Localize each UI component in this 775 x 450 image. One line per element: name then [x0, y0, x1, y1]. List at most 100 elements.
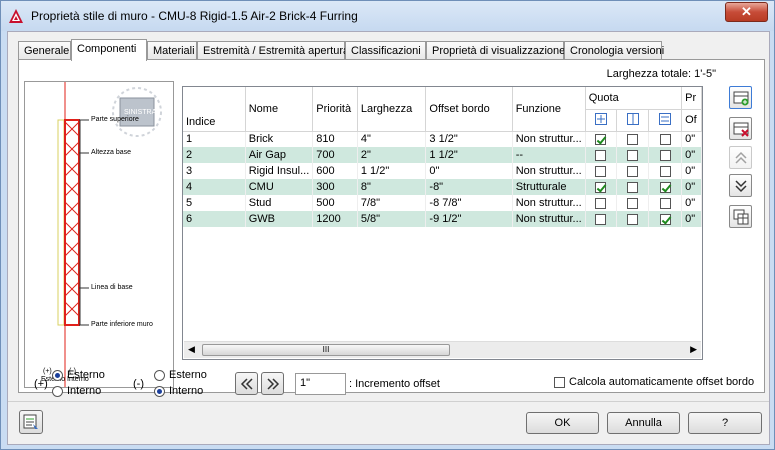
cell-priorita[interactable]: 1200	[312, 211, 358, 227]
minus-esterno-radio[interactable]: Esterno	[154, 369, 207, 381]
auto-offset-checkbox-wrap[interactable]: Calcola automaticamente offset bordo	[554, 376, 754, 388]
cell-offset[interactable]: -8"	[425, 179, 513, 195]
quota-outer-checkbox[interactable]	[595, 133, 607, 145]
header-quota[interactable]: Quota	[585, 87, 683, 110]
tab-estremita[interactable]: Estremità / Estremità apertura	[197, 41, 349, 60]
cell-offset[interactable]: -8 7/8"	[425, 195, 513, 211]
header-nome[interactable]: Nome	[245, 87, 314, 132]
cell-larghezza[interactable]: 7/8"	[357, 195, 427, 211]
scroll-left-icon[interactable]: ◀	[188, 344, 195, 355]
cell-nome[interactable]: GWB	[245, 211, 314, 227]
cell-offset[interactable]: 1 1/2"	[425, 147, 513, 163]
copy-component-button[interactable]	[729, 205, 752, 228]
cell-nome[interactable]: Stud	[245, 195, 314, 211]
cell-nome[interactable]: Air Gap	[245, 147, 314, 163]
delete-component-button[interactable]	[729, 117, 752, 140]
title-bar[interactable]: Proprietà stile di muro - CMU-8 Rigid-1.…	[1, 1, 774, 31]
plus-interno-radio[interactable]: Interno	[52, 385, 101, 397]
cell-nome[interactable]: Brick	[245, 131, 314, 147]
offset-increase-button[interactable]	[261, 372, 284, 395]
cell-larghezza[interactable]: 1 1/2"	[357, 163, 427, 179]
table-row[interactable]: 3 Rigid Insul... 600 1 1/2" 0" Non strut…	[183, 163, 702, 179]
scroll-thumb[interactable]: III	[202, 344, 450, 356]
cell-pr[interactable]: 0"	[681, 179, 702, 195]
table-row[interactable]: 1 Brick 810 4" 3 1/2" Non struttur... 0"	[183, 131, 702, 147]
cell-larghezza[interactable]: 4"	[357, 131, 427, 147]
tab-proprieta-visualizzazione[interactable]: Proprietà di visualizzazione	[426, 41, 565, 60]
offset-decrease-button[interactable]	[235, 372, 258, 395]
tab-componenti[interactable]: Componenti	[71, 39, 147, 61]
cell-funzione[interactable]: Non struttur...	[512, 211, 586, 227]
quota-center-checkbox[interactable]	[627, 149, 639, 161]
table-row[interactable]: 5 Stud 500 7/8" -8 7/8" Non struttur... …	[183, 195, 702, 211]
header-indice[interactable]: Indice	[183, 87, 246, 132]
quota-center-checkbox[interactable]	[627, 213, 639, 225]
add-component-button[interactable]	[729, 86, 752, 109]
horizontal-scrollbar[interactable]: ◀ III ▶	[184, 341, 701, 358]
move-down-button[interactable]	[729, 174, 752, 197]
cell-offset[interactable]: 3 1/2"	[425, 131, 513, 147]
quota-center-checkbox[interactable]	[627, 165, 639, 177]
radio-indicator[interactable]	[154, 369, 165, 381]
quota-outer-checkbox[interactable]	[595, 149, 607, 161]
cell-pr[interactable]: 0"	[681, 195, 702, 211]
scroll-right-icon[interactable]: ▶	[690, 344, 697, 355]
header-offset-bordo[interactable]: Offset bordo	[425, 87, 513, 132]
table-row[interactable]: 4 CMU 300 8" -8" Strutturale 0"	[183, 179, 702, 195]
plus-esterno-radio[interactable]: Esterno	[52, 369, 105, 381]
quota-center-checkbox[interactable]	[627, 197, 639, 209]
cell-nome[interactable]: Rigid Insul...	[245, 163, 314, 179]
cancel-button[interactable]: Annulla	[607, 412, 680, 434]
quota-inner-checkbox[interactable]	[659, 165, 671, 177]
radio-indicator[interactable]	[52, 385, 63, 397]
cell-larghezza[interactable]: 2"	[357, 147, 427, 163]
cell-funzione[interactable]: Non struttur...	[512, 195, 586, 211]
cell-priorita[interactable]: 810	[312, 131, 358, 147]
cell-pr[interactable]: 0"	[681, 211, 702, 227]
header-funzione[interactable]: Funzione	[512, 87, 586, 132]
header-quota-inner[interactable]	[648, 109, 683, 132]
cell-nome[interactable]: CMU	[245, 179, 314, 195]
table-row[interactable]: 6 GWB 1200 5/8" -9 1/2" Non struttur... …	[183, 211, 702, 227]
style-browser-button[interactable]	[19, 410, 43, 434]
ok-button[interactable]: OK	[526, 412, 599, 434]
header-priorita[interactable]: Priorità	[312, 87, 358, 132]
cell-offset[interactable]: -9 1/2"	[425, 211, 513, 227]
cell-larghezza[interactable]: 8"	[357, 179, 427, 195]
tab-generale[interactable]: Generale	[18, 41, 71, 60]
cell-funzione[interactable]: --	[512, 147, 586, 163]
header-of[interactable]: Of	[681, 109, 702, 132]
cell-priorita[interactable]: 300	[312, 179, 358, 195]
cell-pr[interactable]: 0"	[681, 163, 702, 179]
auto-offset-checkbox[interactable]	[554, 376, 565, 388]
quota-inner-checkbox[interactable]	[659, 149, 671, 161]
header-pr[interactable]: Pr	[681, 87, 702, 110]
cell-offset[interactable]: 0"	[425, 163, 513, 179]
minus-interno-radio[interactable]: Interno	[154, 385, 203, 397]
cell-pr[interactable]: 0"	[681, 131, 702, 147]
radio-indicator[interactable]	[154, 385, 165, 397]
cell-larghezza[interactable]: 5/8"	[357, 211, 427, 227]
quota-center-checkbox[interactable]	[627, 181, 639, 193]
cell-pr[interactable]: 0"	[681, 147, 702, 163]
cell-funzione[interactable]: Non struttur...	[512, 131, 586, 147]
cell-priorita[interactable]: 500	[312, 195, 358, 211]
tab-materiali[interactable]: Materiali	[147, 41, 197, 60]
cell-priorita[interactable]: 600	[312, 163, 358, 179]
quota-center-checkbox[interactable]	[627, 133, 639, 145]
cell-funzione[interactable]: Strutturale	[512, 179, 586, 195]
quota-inner-checkbox[interactable]	[659, 181, 671, 193]
table-row[interactable]: 2 Air Gap 700 2" 1 1/2" -- 0"	[183, 147, 702, 163]
close-button[interactable]: ✕	[725, 2, 768, 22]
move-up-button[interactable]	[729, 146, 752, 169]
quota-outer-checkbox[interactable]	[595, 197, 607, 209]
offset-increment-input[interactable]: 1"	[295, 373, 346, 395]
radio-indicator[interactable]	[52, 369, 63, 381]
header-quota-center[interactable]	[616, 109, 650, 132]
header-quota-outer[interactable]	[585, 109, 617, 132]
quota-inner-checkbox[interactable]	[659, 213, 671, 225]
quota-inner-checkbox[interactable]	[659, 133, 671, 145]
tab-classificazioni[interactable]: Classificazioni	[345, 41, 426, 60]
quota-outer-checkbox[interactable]	[595, 165, 607, 177]
cell-funzione[interactable]: Non struttur...	[512, 163, 586, 179]
